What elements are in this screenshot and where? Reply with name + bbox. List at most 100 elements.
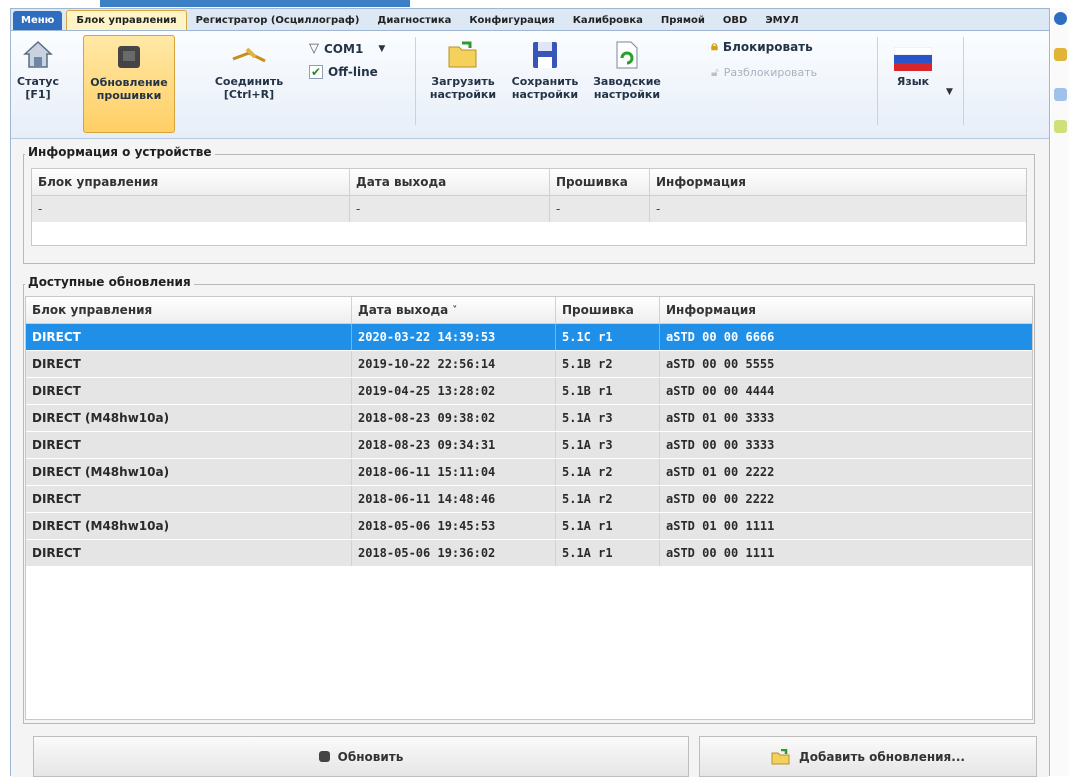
tab-configuration[interactable]: Конфигурация <box>460 11 563 30</box>
right-side-strip <box>1051 8 1069 776</box>
tab-calibration[interactable]: Калибровка <box>564 11 652 30</box>
language-select[interactable]: Язык <box>883 47 943 117</box>
cell-release-date: 2019-04-25 13:28:02 <box>352 378 556 404</box>
status-button[interactable]: Статус [F1] <box>15 39 61 129</box>
application-window: Меню Блок управления Регистратор (Осцилл… <box>10 8 1050 777</box>
column-header-release-date[interactable]: Дата выхода <box>350 169 550 195</box>
connect-label: Соединить <box>214 75 284 88</box>
lock-button[interactable]: 🔒︎ Блокировать <box>711 39 813 54</box>
cell-information: aSTD 01 00 3333 <box>666 411 775 425</box>
cell-firmware: 5.1A r1 <box>556 540 660 566</box>
sort-descending-icon: ˅ <box>452 304 458 316</box>
cell-release-date: 2018-06-11 15:11:04 <box>352 459 556 485</box>
table-row[interactable]: DIRECT 2019-04-25 13:28:02 5.1B r1 aSTD 00 … <box>26 378 1032 405</box>
column-header-control-unit[interactable]: Блок управления <box>32 169 350 195</box>
unlock-button[interactable]: 🔓︎ Разблокировать <box>711 65 817 80</box>
separator <box>415 37 416 125</box>
floppy-disk-icon <box>533 42 557 68</box>
tab-recorder[interactable]: Регистратор (Осциллограф) <box>187 11 369 30</box>
info-icon[interactable] <box>1054 12 1067 25</box>
cell-control-unit: DIRECT (M48hw10a) <box>26 459 352 485</box>
cell-information: aSTD 00 00 4444 <box>666 384 775 398</box>
tab-control-unit[interactable]: Блок управления <box>66 10 187 30</box>
device-info-row[interactable]: - - - - <box>32 196 1026 222</box>
tab-menu[interactable]: Меню <box>13 11 63 30</box>
tab-emul[interactable]: ЭМУЛ <box>756 11 807 30</box>
refresh-button[interactable]: Обновить <box>33 736 689 777</box>
toolbar-icon[interactable] <box>1054 120 1067 133</box>
cell-release-date: 2020-03-22 14:39:53 <box>352 324 556 350</box>
cell-information: aSTD 00 00 5555 <box>666 357 775 371</box>
factory-settings-label: Заводские <box>593 75 661 88</box>
language-dropdown-icon[interactable]: ▼ <box>946 87 953 97</box>
load-settings-button[interactable]: Загрузить настройки <box>423 39 503 129</box>
refresh-label: Обновить <box>337 749 404 764</box>
cell-information: aSTD 00 00 3333 <box>666 438 775 452</box>
tab-direct[interactable]: Прямой <box>652 11 714 30</box>
window-title-fragment <box>100 0 410 7</box>
release-date-header-label: Дата выхода <box>358 303 449 317</box>
cell-control-unit: DIRECT (M48hw10a) <box>26 513 352 539</box>
cell-firmware: 5.1C r1 <box>556 324 660 350</box>
cell-control-unit: DIRECT <box>26 378 352 404</box>
add-updates-button[interactable]: Добавить обновления... <box>699 736 1037 777</box>
column-header-control-unit[interactable]: Блок управления <box>26 297 352 323</box>
tab-diagnostics[interactable]: Диагностика <box>368 11 460 30</box>
cell-information: aSTD 00 00 2222 <box>666 492 775 506</box>
update-firmware-label: Обновление <box>90 76 168 89</box>
cell-firmware: 5.1B r2 <box>556 351 660 377</box>
table-row[interactable]: DIRECT 2018-08-23 09:34:31 5.1A r3 aSTD 00 … <box>26 432 1032 459</box>
load-settings-label: Загрузить <box>431 75 495 88</box>
save-settings-label-2: настройки <box>511 88 579 101</box>
device-info-title: Информация о устройстве <box>25 145 215 159</box>
funnel-icon: ▽ <box>309 41 319 56</box>
cell-information: aSTD 01 00 1111 <box>666 519 775 533</box>
cell-control-unit: DIRECT <box>26 486 352 512</box>
column-header-information[interactable]: Информация <box>650 169 1026 195</box>
updates-header: Блок управления Дата выхода ˅ Прошивка И… <box>26 297 1032 324</box>
column-header-information[interactable]: Информация <box>660 297 1032 323</box>
table-row[interactable]: DIRECT 2018-05-06 19:36:02 5.1A r1 aSTD 00 … <box>26 540 1032 567</box>
table-row[interactable]: DIRECT 2020-03-22 14:39:53 5.1C r1 aSTD 00 … <box>26 324 1032 351</box>
cell-control-unit: DIRECT <box>26 540 352 566</box>
updates-rows: DIRECT 2020-03-22 14:39:53 5.1C r1 aSTD 00 … <box>26 324 1032 567</box>
table-row[interactable]: DIRECT 2018-06-11 14:48:46 5.1A r2 aSTD 00 … <box>26 486 1032 513</box>
column-header-firmware[interactable]: Прошивка <box>550 169 650 195</box>
toolbar-icon[interactable] <box>1054 88 1067 101</box>
cell-control-unit: DIRECT <box>26 324 352 350</box>
toolbar-icon[interactable] <box>1054 48 1067 61</box>
column-header-release-date[interactable]: Дата выхода ˅ <box>352 297 556 323</box>
factory-settings-button[interactable]: Заводские настройки <box>587 39 667 129</box>
table-row[interactable]: DIRECT (M48hw10a) 2018-08-23 09:38:02 5.1A… <box>26 405 1032 432</box>
device-info-header: Блок управления Дата выхода Прошивка Инф… <box>32 169 1026 196</box>
connect-shortcut: [Ctrl+R] <box>223 88 275 101</box>
updates-title: Доступные обновления <box>25 275 194 289</box>
language-label: Язык <box>896 75 930 88</box>
cell-control-unit: DIRECT <box>26 351 352 377</box>
unlock-icon: 🔓︎ <box>711 65 719 79</box>
add-updates-label: Добавить обновления... <box>799 749 965 764</box>
cell-release-date: 2018-06-11 14:48:46 <box>352 486 556 512</box>
save-settings-button[interactable]: Сохранить настройки <box>505 39 585 129</box>
table-row[interactable]: DIRECT (M48hw10a) 2018-06-11 15:11:04 5.1A… <box>26 459 1032 486</box>
cell-firmware: 5.1A r3 <box>556 405 660 431</box>
connect-button[interactable]: Соединить [Ctrl+R] <box>207 39 291 129</box>
cell-firmware: 5.1A r3 <box>556 432 660 458</box>
table-row[interactable]: DIRECT 2019-10-22 22:56:14 5.1B r2 aSTD 00 … <box>26 351 1032 378</box>
lock-label: Блокировать <box>722 39 813 54</box>
update-firmware-button[interactable]: Обновление прошивки <box>83 35 175 133</box>
plug-icon <box>232 47 266 63</box>
tab-obd[interactable]: OBD <box>714 11 756 30</box>
port-select[interactable]: ▽ COM1 ▼ <box>309 41 385 56</box>
content-area: Информация о устройстве Блок управления … <box>11 140 1049 777</box>
table-row[interactable]: DIRECT (M48hw10a) 2018-05-06 19:45:53 5.1A… <box>26 513 1032 540</box>
cell-firmware: 5.1B r1 <box>556 378 660 404</box>
device-release-date-value: - <box>350 196 550 222</box>
chip-icon <box>118 46 140 68</box>
offline-checkbox[interactable]: ✔ Off-line <box>309 65 378 79</box>
house-icon <box>23 40 53 68</box>
cell-information: aSTD 00 00 6666 <box>666 330 775 344</box>
lock-icon: 🔒︎ <box>711 39 718 54</box>
reset-document-icon <box>616 41 638 69</box>
column-header-firmware[interactable]: Прошивка <box>556 297 660 323</box>
